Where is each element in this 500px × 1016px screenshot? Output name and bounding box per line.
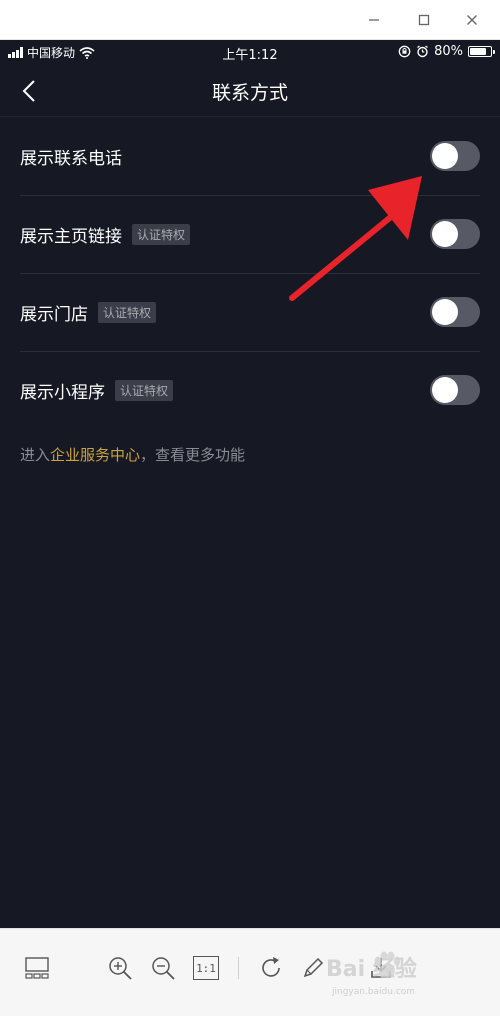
setting-row-mini-program: 展示小程序 认证特权 (20, 351, 482, 429)
certified-badge: 认证特权 (115, 379, 174, 401)
rotate-icon (262, 957, 280, 977)
nav-bar: 联系方式 (0, 66, 500, 116)
phone-screen: 中国移动 上午1:12 80% 联系方式 展示联系电话 展示主页链接 认证特权 … (0, 40, 500, 928)
footer-suffix: ，查看更多功能 (140, 446, 246, 464)
toolbar-separator (238, 957, 239, 979)
toggle-knob (432, 377, 458, 403)
enterprise-service-center-link[interactable]: 企业服务中心 (50, 446, 140, 464)
actual-size-label: 1:1 (196, 961, 216, 975)
footer-prefix: 进入 (20, 446, 51, 464)
viewer-toolbar: 1:1 Bai 经验 jingyan.baidu.com (0, 928, 500, 1016)
thumbnail-button[interactable] (22, 953, 52, 983)
rotate-button[interactable] (256, 953, 286, 983)
setting-label: 展示联系电话 (20, 148, 122, 169)
status-right: 80% (398, 44, 495, 59)
back-button[interactable] (14, 76, 44, 106)
zoom-in-button[interactable] (105, 953, 135, 983)
minimize-icon[interactable] (362, 8, 386, 32)
zoom-out-icon (152, 957, 175, 980)
thumbnail-icon (25, 957, 49, 979)
setting-label: 展示主页链接 (20, 226, 122, 247)
alarm-icon (417, 45, 428, 58)
rotation-lock-icon (398, 45, 411, 58)
battery-fill (470, 48, 486, 55)
baidu-jingyan-watermark: Bai 经验 jingyan.baidu.com (318, 947, 488, 1009)
toggle-knob (432, 143, 458, 169)
maximize-icon[interactable] (412, 8, 436, 32)
watermark-url: jingyan.baidu.com (332, 987, 416, 997)
annotation-arrow (289, 176, 422, 301)
chevron-left-icon (22, 80, 35, 102)
battery-icon (468, 46, 495, 57)
zoom-in-icon (109, 957, 132, 980)
certified-badge: 认证特权 (132, 223, 191, 245)
actual-size-button[interactable]: 1:1 (191, 953, 221, 983)
footer-hint: 进入企业服务中心，查看更多功能 (20, 444, 245, 465)
certified-badge: 认证特权 (98, 301, 157, 323)
toggle-show-mini-program[interactable] (430, 375, 480, 405)
status-bar: 中国移动 上午1:12 80% (0, 40, 500, 64)
zoom-out-button[interactable] (148, 953, 178, 983)
toggle-show-phone[interactable] (430, 141, 480, 171)
close-icon[interactable] (460, 8, 484, 32)
setting-label: 展示门店 (20, 304, 88, 325)
window-titlebar (0, 0, 500, 40)
setting-label: 展示小程序 (20, 382, 105, 403)
page-title: 联系方式 (211, 82, 288, 104)
watermark-text: Bai 经验 (326, 957, 417, 982)
actual-size-icon: 1:1 (193, 956, 219, 980)
battery-percent: 80% (434, 44, 463, 59)
